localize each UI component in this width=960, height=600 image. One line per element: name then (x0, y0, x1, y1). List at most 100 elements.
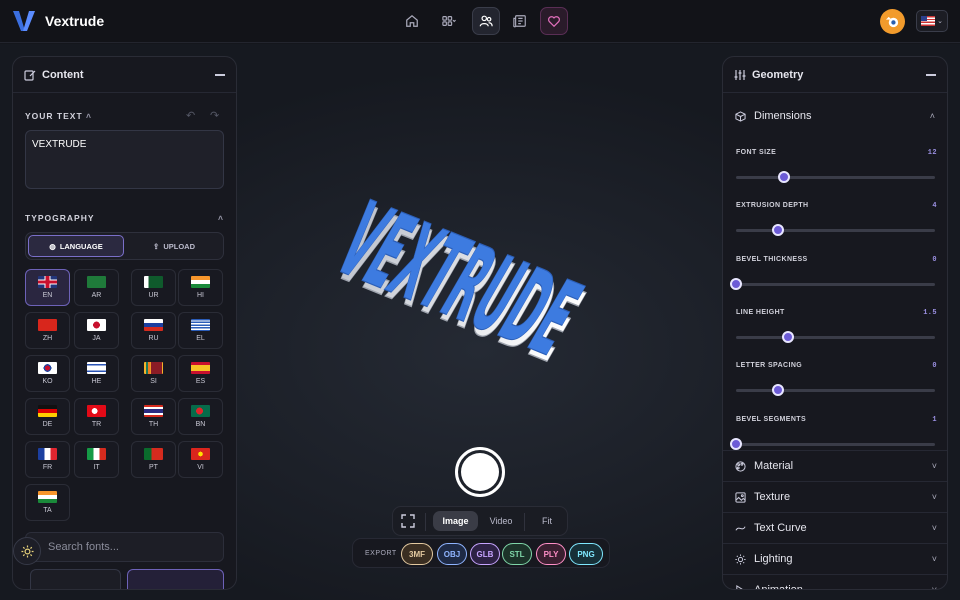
divider (425, 513, 426, 531)
chevron-down-icon: ˅ (931, 461, 937, 471)
typography-label[interactable]: TYPOGRAPHY ˄ (25, 213, 224, 223)
accordion-lighting[interactable]: Lighting ˅ (723, 543, 947, 574)
language-option-es[interactable]: ES (178, 355, 223, 392)
blender-icon[interactable] (880, 9, 905, 34)
letter-spacing-slider[interactable] (736, 384, 935, 397)
tab-language[interactable]: ◍ LANGUAGE (28, 235, 124, 257)
lighting-icon (735, 553, 746, 565)
undo-icon[interactable]: ↶ (186, 109, 195, 122)
export-obj-button[interactable]: OBJ (437, 543, 467, 565)
language-option-he[interactable]: HE (74, 355, 119, 392)
extrusion-depth-slider[interactable] (736, 224, 935, 237)
line-height-slider[interactable] (736, 330, 935, 343)
language-option-ar[interactable]: AR (74, 269, 119, 306)
language-option-zh[interactable]: ZH (25, 312, 70, 349)
redo-icon[interactable]: ↷ (210, 109, 219, 122)
language-option-it[interactable]: IT (74, 441, 119, 478)
nav-apps-button[interactable] (432, 7, 466, 35)
language-option-hi[interactable]: HI (178, 269, 223, 306)
text-input[interactable]: VEXTRUDE (25, 130, 224, 189)
slider-value: 1.5 (923, 308, 937, 317)
hi-flag-icon (191, 276, 210, 288)
it-flag-icon (87, 448, 106, 460)
language-option-tr[interactable]: TR (74, 398, 119, 435)
export-glb-button[interactable]: GLB (470, 543, 500, 565)
de-flag-icon (38, 405, 57, 417)
language-selector[interactable]: ⌄ (916, 10, 948, 32)
geometry-panel-header[interactable]: Geometry (723, 57, 947, 93)
export-png-button[interactable]: PNG (569, 543, 603, 565)
accordion-label: Lighting (754, 553, 793, 565)
mode-video[interactable]: Video (481, 511, 521, 531)
language-option-pt[interactable]: PT (131, 441, 176, 478)
divider (524, 513, 525, 531)
font-search-input[interactable]: Search fonts... (25, 532, 224, 562)
language-option-ko[interactable]: KO (25, 355, 70, 392)
slider-thumb[interactable] (730, 277, 742, 290)
slider-thumb[interactable] (771, 384, 784, 397)
language-option-ta[interactable]: TA (25, 484, 70, 521)
minimize-icon[interactable] (926, 73, 936, 76)
newspaper-icon (513, 15, 526, 28)
ar-flag-icon (87, 276, 106, 288)
slider-thumb[interactable] (771, 224, 784, 237)
accordion-text-curve[interactable]: Text Curve ˅ (723, 512, 947, 543)
mode-image[interactable]: Image (433, 511, 478, 531)
slider-thumb[interactable] (777, 171, 790, 183)
language-option-ru[interactable]: RU (131, 312, 176, 349)
mode-fit[interactable]: Fit (529, 511, 565, 531)
fr-flag-icon (38, 448, 57, 460)
language-code: SI (150, 378, 157, 385)
language-option-si[interactable]: SI (131, 355, 176, 392)
slider-thumb[interactable] (781, 330, 794, 343)
language-option-bn[interactable]: BN (178, 398, 223, 435)
language-option-th[interactable]: TH (131, 398, 176, 435)
upload-icon: ⇪ (153, 241, 160, 251)
language-option-en[interactable]: EN (25, 269, 70, 306)
theme-toggle-button[interactable] (13, 537, 41, 565)
your-text-label[interactable]: YOUR TEXT ˄ (25, 111, 92, 121)
minimize-icon[interactable] (215, 73, 225, 76)
globe-icon: ◍ (49, 241, 56, 251)
export-ply-button[interactable]: PLY (536, 543, 566, 565)
language-code: DE (42, 421, 53, 428)
fullscreen-icon[interactable] (399, 512, 417, 530)
content-panel-header[interactable]: Content (13, 57, 236, 93)
font-size-slider[interactable] (736, 171, 935, 183)
texture-icon (735, 491, 746, 503)
chevron-down-icon: ⌄ (937, 18, 943, 25)
nav-favorites-button[interactable] (540, 7, 568, 35)
accordion-animation[interactable]: Animation ˅ (723, 574, 947, 590)
capture-button[interactable] (455, 447, 505, 497)
export-3mf-button[interactable]: 3MF (401, 543, 433, 565)
font-style-button-selected[interactable] (127, 569, 224, 589)
si-flag-icon (144, 362, 163, 374)
language-option-de[interactable]: DE (25, 398, 70, 435)
accordion-texture[interactable]: Texture ˅ (723, 481, 947, 512)
language-option-fr[interactable]: FR (25, 441, 70, 478)
bevel-segments-slider[interactable] (730, 437, 935, 450)
bevel-thickness-slider[interactable] (730, 277, 935, 290)
chevron-down-icon: ˅ (931, 554, 937, 564)
nav-community-button[interactable] (472, 7, 500, 35)
top-bar: Vextrude ⌄ (0, 0, 960, 43)
nav-home-button[interactable] (398, 7, 426, 35)
app-title[interactable]: Vextrude (45, 13, 104, 29)
cube-icon (735, 110, 746, 122)
language-code: RU (148, 335, 159, 342)
language-option-vi[interactable]: VI (178, 441, 223, 478)
tab-upload[interactable]: ⇪ UPLOAD (126, 235, 222, 257)
nav-news-button[interactable] (506, 7, 534, 35)
language-option-ja[interactable]: JA (74, 312, 119, 349)
font-style-button[interactable] (30, 569, 121, 589)
language-option-ur[interactable]: UR (131, 269, 176, 306)
vextrude-logo-icon[interactable] (12, 9, 36, 33)
dimensions-section-header[interactable]: Dimensions ˄ (735, 110, 935, 122)
language-option-el[interactable]: EL (178, 312, 223, 349)
accordion-material[interactable]: Material ˅ (723, 450, 947, 481)
slider-value: 0 (932, 255, 937, 264)
slider-thumb[interactable] (730, 437, 742, 450)
chevron-down-icon: ˅ (931, 585, 937, 590)
export-stl-button[interactable]: STL (502, 543, 532, 565)
slider-name: BEVEL SEGMENTS (736, 415, 807, 423)
